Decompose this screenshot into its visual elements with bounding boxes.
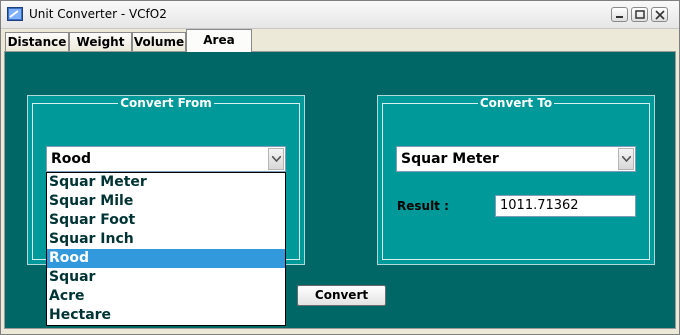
convert-from-dropdown-list: Squar Meter Squar Mile Squar Foot Squar …	[46, 172, 286, 326]
title-bar[interactable]: Unit Converter - VCfO2	[1, 1, 679, 29]
dropdown-option[interactable]: Acre	[47, 287, 285, 306]
dropdown-option[interactable]: Squar Inch	[47, 230, 285, 249]
tab-distance[interactable]: Distance	[5, 32, 69, 52]
dropdown-option[interactable]: Squar	[47, 268, 285, 287]
tab-area[interactable]: Area	[186, 29, 252, 52]
close-icon	[655, 10, 665, 20]
tab-strip: Distance Weight Volume Area	[1, 29, 679, 52]
convert-button[interactable]: Convert	[297, 285, 386, 306]
window-title: Unit Converter - VCfO2	[29, 7, 167, 21]
chevron-down-icon	[272, 156, 281, 162]
convert-from-select[interactable]: Rood	[46, 146, 286, 172]
maximize-icon	[635, 10, 645, 19]
convert-to-legend: Convert To	[477, 96, 555, 110]
convert-to-panel: Convert To	[377, 95, 655, 265]
app-window: Unit Converter - VCfO2 Distance Weight V…	[0, 0, 680, 335]
dropdown-option[interactable]: Squar Foot	[47, 211, 285, 230]
convert-from-selected-value: Rood	[51, 151, 92, 167]
dropdown-option-selected[interactable]: Rood	[47, 249, 285, 268]
result-label: Result :	[397, 199, 449, 213]
convert-from-legend: Convert From	[118, 96, 214, 110]
maximize-button[interactable]	[631, 7, 648, 22]
tab-weight[interactable]: Weight	[69, 32, 132, 52]
chevron-down-icon	[622, 156, 631, 162]
close-button[interactable]	[651, 7, 668, 22]
result-field[interactable]: 1011.71362	[495, 195, 636, 217]
app-icon	[7, 7, 23, 21]
minimize-icon	[616, 16, 623, 18]
dropdown-option[interactable]: Squar Mile	[47, 192, 285, 211]
dropdown-option[interactable]: Hectare	[47, 306, 285, 325]
convert-to-select[interactable]: Squar Meter	[396, 146, 636, 172]
convert-from-dropdown-button[interactable]	[268, 148, 284, 170]
panel-inner-border	[382, 103, 650, 260]
minimize-button[interactable]	[611, 7, 628, 22]
convert-to-dropdown-button[interactable]	[618, 148, 634, 170]
tab-volume[interactable]: Volume	[132, 32, 186, 52]
convert-to-selected-value: Squar Meter	[401, 151, 499, 167]
dropdown-option[interactable]: Squar Meter	[47, 173, 285, 192]
